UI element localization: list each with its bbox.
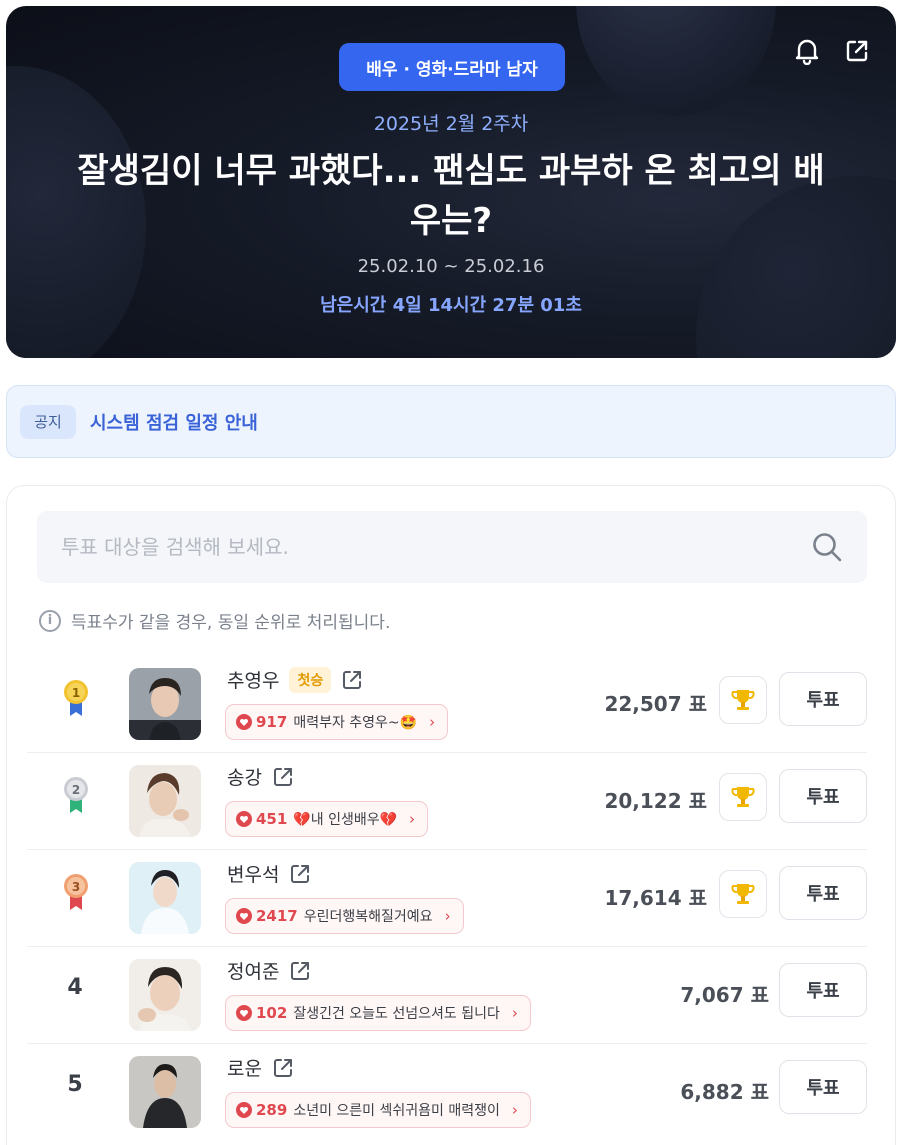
avatar[interactable] <box>129 959 201 1031</box>
cheer-message: 소년미 으른미 섹쉬귀욤미 매력쟁이 <box>293 1103 500 1119</box>
page-title: 잘생김이 너무 과했다... 팬심도 과부하 온 최고의 배우는? <box>77 151 825 241</box>
avatar[interactable] <box>129 668 201 740</box>
vote-button[interactable]: 투표 <box>779 769 867 823</box>
cheer-message-chip[interactable]: 917 매력부자 추영우~🤩 › <box>225 704 449 740</box>
ranking-row: 3 변우석 2417 우린더행복해질거예요 › 17,614 표 투표 <box>27 850 867 947</box>
cheer-message: 우린더행복해질거예요 <box>303 909 433 925</box>
vote-period: 25.02.10 ~ 25.02.16 <box>357 256 545 277</box>
ranking-row: 2 송강 451 💔내 인생배우💔 › 20,122 표 투표 <box>27 753 867 850</box>
ranking-row: 4 정여준 102 잘생긴건 오늘도 선넘으셔도 됩니다 › 7,067 표 투 <box>27 947 867 1044</box>
search-input[interactable] <box>61 535 801 559</box>
trophy-button[interactable] <box>719 676 767 724</box>
external-link-icon[interactable] <box>272 766 294 788</box>
cheer-message-chip[interactable]: 2417 우린더행복해질거예요 › <box>225 898 464 934</box>
vote-count: 20,122 표 <box>604 789 707 813</box>
gold-medal-icon: 1 <box>64 680 88 716</box>
candidate-name[interactable]: 변우석 <box>227 860 279 887</box>
info-icon: i <box>39 609 61 632</box>
avatar[interactable] <box>129 1056 201 1128</box>
rank-number: 5 <box>67 1072 83 1097</box>
bronze-medal-icon: 3 <box>64 874 88 910</box>
rank-number: 4 <box>67 975 83 1000</box>
share-icon[interactable] <box>842 36 872 66</box>
notice-bar[interactable]: 공지 시스템 점검 일정 안내 <box>6 385 896 458</box>
vote-button[interactable]: 투표 <box>779 1060 867 1114</box>
ranking-card: i 득표수가 같을 경우, 동일 순위로 처리됩니다. 1 추영우 첫승 <box>6 485 896 1145</box>
medal-rank: 3 <box>72 880 80 894</box>
cheer-message-chip[interactable]: 451 💔내 인생배우💔 › <box>225 801 429 837</box>
ranking-row: 5 로운 289 소년미 으른미 섹쉬귀욤미 매력쟁이 › 6,882 표 투표 <box>27 1044 867 1141</box>
vote-count: 6,882 표 <box>680 1080 769 1104</box>
chevron-right-icon: › <box>444 907 451 925</box>
cheer-count: 917 <box>256 713 288 731</box>
heart-icon <box>236 1005 252 1021</box>
avatar[interactable] <box>129 862 201 934</box>
notice-tag: 공지 <box>20 404 76 439</box>
chevron-right-icon: › <box>511 1101 518 1119</box>
remaining-time: 남은시간 4일 14시간 27분 01초 <box>320 295 582 316</box>
tie-info: i 득표수가 같을 경우, 동일 순위로 처리됩니다. <box>39 608 390 633</box>
search-icon[interactable] <box>811 531 843 567</box>
bell-icon[interactable] <box>792 36 822 66</box>
heart-icon <box>236 908 252 924</box>
notice-text[interactable]: 시스템 점검 일정 안내 <box>90 409 258 435</box>
vote-button[interactable]: 투표 <box>779 963 867 1017</box>
cheer-message-chip[interactable]: 102 잘생긴건 오늘도 선넘으셔도 됩니다 › <box>225 995 531 1031</box>
trophy-button[interactable] <box>719 870 767 918</box>
heart-icon <box>236 714 252 730</box>
cheer-count: 289 <box>256 1101 288 1119</box>
external-link-icon[interactable] <box>341 669 363 691</box>
candidate-name[interactable]: 추영우 <box>227 666 279 693</box>
week-label: 2025년 2월 2주차 <box>373 113 529 135</box>
search-bar[interactable] <box>37 511 867 583</box>
chevron-right-icon: › <box>409 810 416 828</box>
trophy-icon <box>731 787 755 807</box>
trophy-button[interactable] <box>719 773 767 821</box>
hero-banner: 배우 · 영화·드라마 남자 2025년 2월 2주차 잘생김이 너무 과했다.… <box>6 6 896 358</box>
ranking-row: 1 추영우 첫승 917 매력부자 추영우~🤩 › 22,507 표 투표 <box>27 656 867 753</box>
trophy-icon <box>731 884 755 904</box>
heart-icon <box>236 811 252 827</box>
cheer-message: 💔내 인생배우💔 <box>293 812 398 828</box>
chevron-right-icon: › <box>511 1004 518 1022</box>
vote-button[interactable]: 투표 <box>779 866 867 920</box>
decor-orb <box>576 6 776 116</box>
candidate-name[interactable]: 정여준 <box>227 957 279 984</box>
medal-rank: 1 <box>72 686 80 700</box>
vote-count: 17,614 표 <box>604 886 707 910</box>
category-pill[interactable]: 배우 · 영화·드라마 남자 <box>339 43 565 91</box>
external-link-icon[interactable] <box>289 960 311 982</box>
external-link-icon[interactable] <box>272 1057 294 1079</box>
medal-rank: 2 <box>72 783 80 797</box>
cheer-count: 102 <box>256 1004 288 1022</box>
heart-icon <box>236 1102 252 1118</box>
cheer-count: 451 <box>256 810 288 828</box>
external-link-icon[interactable] <box>289 863 311 885</box>
avatar[interactable] <box>129 765 201 837</box>
cheer-message-chip[interactable]: 289 소년미 으른미 섹쉬귀욤미 매력쟁이 › <box>225 1092 531 1128</box>
trophy-icon <box>731 690 755 710</box>
vote-count: 7,067 표 <box>680 983 769 1007</box>
candidate-name[interactable]: 로운 <box>227 1054 262 1081</box>
vote-count: 22,507 표 <box>604 692 707 716</box>
chevron-right-icon: › <box>429 713 436 731</box>
cheer-message: 매력부자 추영우~🤩 <box>293 715 418 731</box>
tie-info-text: 득표수가 같을 경우, 동일 순위로 처리됩니다. <box>71 613 391 633</box>
cheer-message: 잘생긴건 오늘도 선넘으셔도 됩니다 <box>293 1006 500 1022</box>
first-win-badge: 첫승 <box>289 666 332 693</box>
silver-medal-icon: 2 <box>64 777 88 813</box>
candidate-name[interactable]: 송강 <box>227 763 262 790</box>
vote-button[interactable]: 투표 <box>779 672 867 726</box>
cheer-count: 2417 <box>256 907 298 925</box>
